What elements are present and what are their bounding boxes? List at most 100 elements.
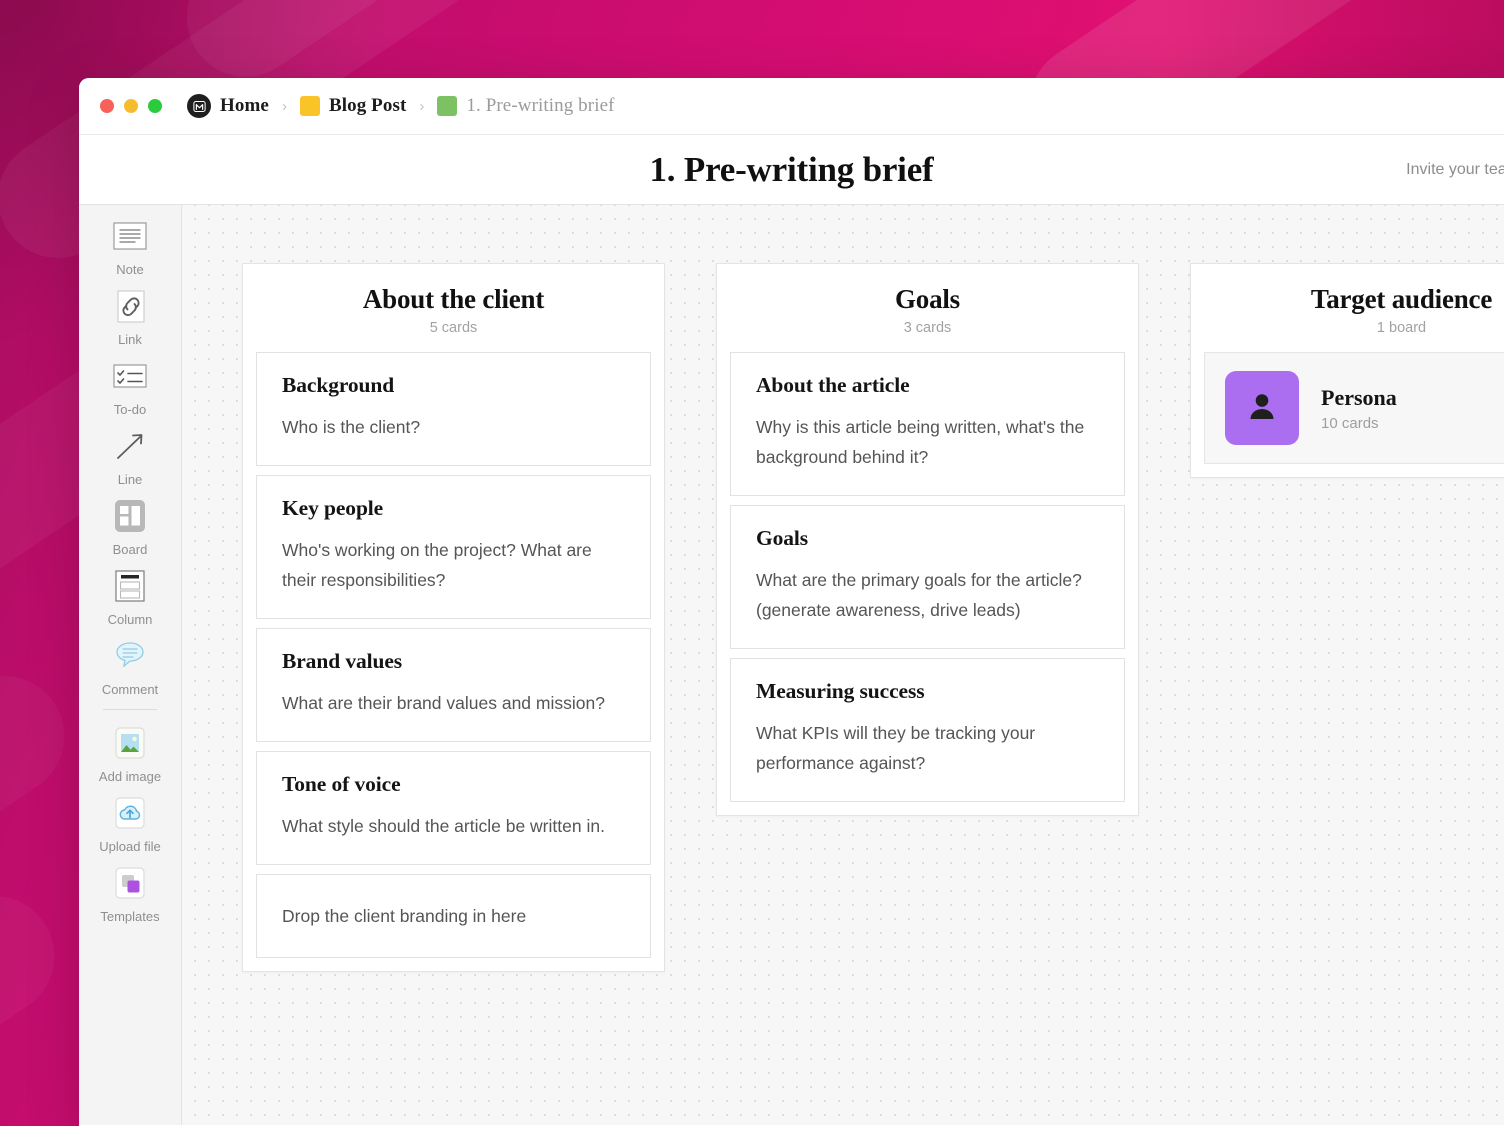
sidebar-item-column[interactable]: Column (79, 569, 181, 627)
sidebar-label-add-image: Add image (98, 769, 162, 784)
board-title: Persona (1321, 384, 1397, 410)
invite-team-button[interactable]: Invite your team (1406, 161, 1504, 179)
sidebar-label-todo: To-do (113, 402, 147, 417)
note-icon (108, 219, 152, 255)
board-item-persona[interactable]: Persona 10 cards (1204, 352, 1504, 464)
milanote-logo-icon (187, 94, 211, 118)
card-title: Goals (756, 526, 809, 550)
comment-icon (108, 639, 152, 675)
link-icon (108, 289, 152, 325)
board-meta: Persona 10 cards (1321, 385, 1397, 432)
tool-sidebar: Note Link To-do Line Board Column Commen… (79, 205, 182, 1125)
card[interactable]: Key people Who's working on the project?… (256, 475, 651, 619)
breadcrumb-separator: › (281, 97, 287, 115)
column-body: Persona 10 cards (1191, 352, 1504, 477)
sidebar-label-note: Note (116, 262, 144, 277)
column-about-the-client[interactable]: About the client 5 cards Background Who … (242, 263, 665, 972)
card[interactable]: Measuring success What KPIs will they be… (730, 658, 1125, 802)
card-title: About the article (756, 373, 910, 397)
breadcrumb-label-blog-post: Blog Post (328, 95, 407, 116)
card[interactable]: About the article Why is this article be… (730, 352, 1125, 496)
image-icon (108, 726, 152, 762)
window-titlebar: Home › Blog Post › 1. Pre-writing brief (79, 78, 1504, 135)
card[interactable]: Brand values What are their brand values… (256, 628, 651, 742)
sidebar-label-templates: Templates (100, 909, 160, 924)
card-dropzone[interactable]: Drop the client branding in here (256, 874, 651, 958)
column-title: About the client (362, 284, 545, 314)
board-canvas[interactable]: About the client 5 cards Background Who … (182, 205, 1504, 1125)
card-title: Key people (282, 496, 384, 520)
column-goals[interactable]: Goals 3 cards About the article Why is t… (716, 263, 1139, 816)
templates-icon (108, 866, 152, 902)
minimize-button[interactable] (124, 99, 138, 113)
breadcrumb-label-current: 1. Pre-writing brief (466, 95, 615, 116)
maximize-button[interactable] (148, 99, 162, 113)
card-title: Tone of voice (282, 772, 401, 796)
breadcrumb-item-current[interactable]: 1. Pre-writing brief (437, 95, 614, 117)
card-text: What KPIs will they be tracking your per… (756, 723, 1036, 773)
column-count: 3 cards (903, 320, 952, 336)
card-text: Who's working on the project? What are t… (282, 540, 592, 590)
column-target-audience[interactable]: Target audience 1 board Persona 10 cards (1190, 263, 1504, 478)
card[interactable]: Goals What are the primary goals for the… (730, 505, 1125, 649)
column-count: 5 cards (429, 320, 478, 336)
column-body: About the article Why is this article be… (717, 352, 1138, 815)
card-text: What style should the article be written… (282, 816, 605, 836)
breadcrumb-item-home[interactable]: Home (187, 94, 269, 118)
sidebar-item-note[interactable]: Note (79, 219, 181, 277)
card-text: Why is this article being written, what'… (756, 417, 1085, 467)
work-area: Note Link To-do Line Board Column Commen… (79, 205, 1504, 1125)
sidebar-divider (103, 709, 157, 710)
sidebar-item-link[interactable]: Link (79, 289, 181, 347)
sidebar-item-templates[interactable]: Templates (79, 866, 181, 924)
card-text: What are their brand values and mission? (282, 693, 605, 713)
upload-cloud-icon (108, 796, 152, 832)
sidebar-label-board: Board (112, 542, 148, 557)
breadcrumb: Home › Blog Post › 1. Pre-writing brief (187, 94, 615, 118)
column-count: 1 board (1376, 320, 1427, 336)
sidebar-item-comment[interactable]: Comment (79, 639, 181, 697)
board-count: 10 cards (1321, 414, 1379, 432)
column-title: Target audience (1310, 284, 1493, 314)
board-thumbnail (1225, 371, 1299, 445)
column-header: About the client 5 cards (243, 264, 664, 352)
column-body: Background Who is the client? Key people… (243, 352, 664, 971)
card-title: Brand values (282, 649, 403, 673)
sidebar-item-todo[interactable]: To-do (79, 359, 181, 417)
breadcrumb-item-blog-post[interactable]: Blog Post (299, 95, 407, 117)
board-icon (108, 499, 152, 535)
sidebar-label-upload-file: Upload file (99, 839, 161, 854)
card-text: Who is the client? (282, 417, 421, 437)
card[interactable]: Background Who is the client? (256, 352, 651, 466)
card-text: What are the primary goals for the artic… (756, 570, 1082, 620)
column-title: Goals (894, 284, 960, 314)
sidebar-label-comment: Comment (101, 682, 159, 697)
decorative-stripe (0, 872, 78, 1126)
page-title[interactable]: 1. Pre-writing brief (649, 150, 933, 190)
column-header: Target audience 1 board (1191, 264, 1504, 352)
sidebar-item-upload-file[interactable]: Upload file (79, 796, 181, 854)
person-icon (1243, 387, 1281, 430)
card-text: Drop the client branding in here (282, 906, 527, 926)
document-header: 1. Pre-writing brief Invite your team (79, 135, 1504, 205)
sidebar-item-board[interactable]: Board (79, 499, 181, 557)
card-title: Background (282, 373, 395, 397)
app-window: Home › Blog Post › 1. Pre-writing brief … (79, 78, 1504, 1126)
sidebar-item-line[interactable]: Line (79, 429, 181, 487)
sidebar-item-add-image[interactable]: Add image (79, 726, 181, 784)
sidebar-label-column: Column (107, 612, 153, 627)
column-header: Goals 3 cards (717, 264, 1138, 352)
board-swatch-icon (437, 96, 458, 116)
line-arrow-icon (108, 429, 152, 465)
column-icon (108, 569, 152, 605)
breadcrumb-separator: › (419, 97, 425, 115)
breadcrumb-label-home: Home (220, 95, 269, 116)
card[interactable]: Tone of voice What style should the arti… (256, 751, 651, 865)
window-controls[interactable] (100, 99, 162, 113)
todo-icon (108, 359, 152, 395)
sidebar-label-line: Line (117, 472, 143, 487)
sidebar-label-link: Link (118, 332, 142, 347)
close-button[interactable] (100, 99, 114, 113)
card-title: Measuring success (756, 679, 925, 703)
board-swatch-icon (299, 96, 320, 116)
